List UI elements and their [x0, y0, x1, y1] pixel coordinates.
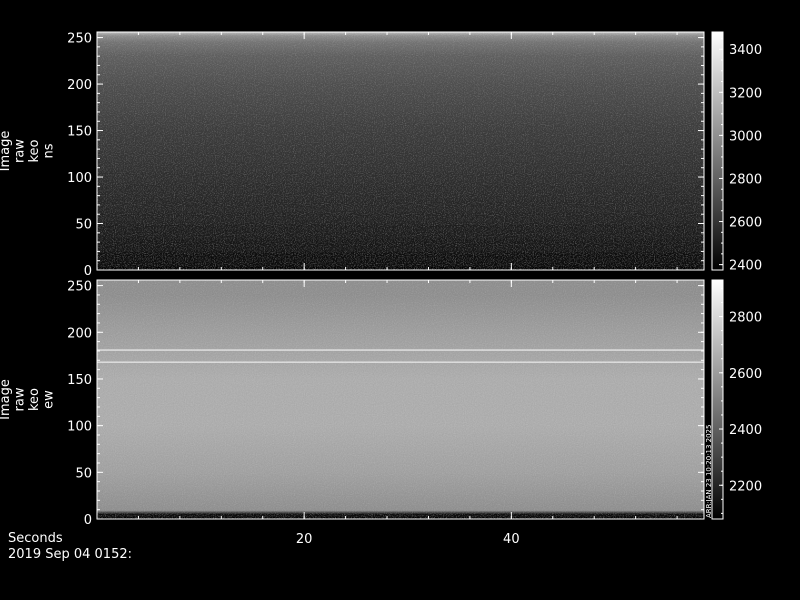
keogram-image: [97, 32, 704, 270]
x-tick-label: 20: [296, 532, 313, 547]
y-tick-label: 100: [67, 420, 92, 435]
y-axis-label: Image raw keo ns: [0, 131, 57, 172]
y-axis-label-line: raw: [13, 387, 28, 411]
y-tick-label: 150: [67, 125, 92, 140]
keogram-image: [97, 280, 704, 519]
colorbar-tick-label: 2800: [729, 172, 762, 187]
panel-1: 0 50 100 150 200 250 Image raw keo ns 2400 2600 2800…: [0, 31, 762, 279]
y-tick-label: 250: [67, 280, 92, 295]
colorbar-tick-label: 3200: [729, 86, 762, 101]
colorbar-tick-label: 2600: [729, 367, 762, 382]
colorbar-tick-label: 2600: [729, 216, 762, 231]
y-axis-label-line: ns: [42, 143, 57, 158]
colorbar-tick-label: 2400: [729, 423, 762, 438]
y-axis-label-line: Image: [0, 131, 13, 172]
colorbar-tick-label: 2400: [729, 259, 762, 274]
x-axis-label: Seconds: [8, 531, 63, 546]
timestamp-label: 2019 Sep 04 0152:: [8, 547, 132, 562]
keogram-figure: 050100150200250Image raw keo ns240026002800…: [0, 31, 762, 547]
colorbar: [711, 31, 724, 271]
y-tick-label: 200: [67, 326, 92, 341]
y-axis-label-line: ew: [42, 390, 57, 409]
y-axis-label-line: raw: [13, 139, 28, 163]
y-tick-label: 50: [75, 466, 92, 481]
colorbar-tick-label: 2200: [729, 479, 762, 494]
colorbar: [711, 279, 724, 520]
colorbar-tick-label: 2800: [729, 311, 762, 326]
y-axis-label-line: keo: [27, 139, 42, 162]
panel-2: 0 50 100 150 200 250 Image raw keo ew 2200 2400 2600…: [0, 279, 762, 528]
y-axis-label: Image raw keo ew: [0, 379, 57, 420]
sidebar-stamp: ARR:JAN 23 10:20:13 2025: [705, 425, 713, 518]
y-axis-label-line: Image: [0, 379, 13, 420]
y-tick-label: 50: [75, 218, 92, 233]
y-tick-label: 100: [67, 171, 92, 186]
y-tick-label: 200: [67, 78, 92, 93]
y-tick-label: 250: [67, 32, 92, 47]
y-tick-label: 0: [84, 264, 92, 279]
y-tick-label: 0: [84, 513, 92, 528]
colorbar-tick-label: 3000: [729, 129, 762, 144]
colorbar-tick-label: 3400: [729, 43, 762, 58]
x-tick-label: 40: [503, 532, 520, 547]
y-tick-label: 150: [67, 373, 92, 388]
y-axis-label-line: keo: [27, 388, 42, 411]
